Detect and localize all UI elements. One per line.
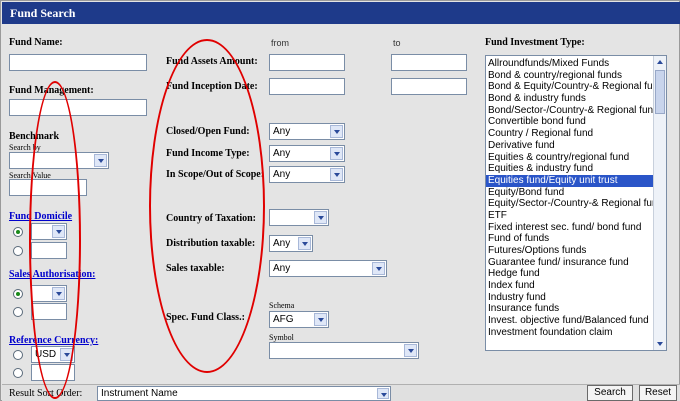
investment-type-option[interactable]: Industry fund [486, 292, 654, 304]
fund-domicile-radio-list[interactable] [13, 227, 23, 237]
title-bar: Fund Search [2, 2, 680, 24]
fund-search-panel: Fund Search from to Fund Name: Fund Mana… [0, 0, 680, 401]
sort-order-select[interactable]: Instrument Name [97, 386, 391, 401]
reference-currency-radio-text[interactable] [13, 368, 23, 378]
fund-domicile-input[interactable] [31, 242, 67, 259]
fund-income-type-label: Fund Income Type: [166, 148, 250, 159]
investment-type-option[interactable]: ETF [486, 210, 654, 222]
fund-name-label: Fund Name: [9, 37, 63, 48]
chevron-down-icon [94, 154, 107, 167]
fund-inception-date-label: Fund Inception Date: [166, 81, 258, 92]
investment-type-option[interactable]: Bond/Sector-/Country-& Regional fund [486, 105, 654, 117]
search-button[interactable]: Search [587, 385, 633, 401]
chevron-down-icon [330, 125, 343, 138]
investment-type-option[interactable]: Equity/Sector-/Country-& Regional fund [486, 198, 654, 210]
investment-type-option[interactable]: Derivative fund [486, 140, 654, 152]
sales-authorisation-select[interactable] [31, 285, 67, 302]
benchmark-label: Benchmark [9, 131, 59, 142]
scroll-thumb[interactable] [655, 70, 665, 114]
sales-taxable-select[interactable]: Any [269, 260, 387, 277]
investment-type-option[interactable]: Guarantee fund/ insurance fund [486, 257, 654, 269]
chevron-down-icon [330, 168, 343, 181]
investment-type-option[interactable]: Country / Regional fund [486, 128, 654, 140]
investment-type-option[interactable]: Fixed interest sec. fund/ bond fund [486, 222, 654, 234]
investment-type-option[interactable]: Convertible bond fund [486, 116, 654, 128]
fund-assets-amount-label: Fund Assets Amount: [166, 56, 258, 67]
to-header: to [393, 38, 401, 48]
investment-type-option[interactable]: Equities & industry fund [486, 163, 654, 175]
investment-type-option[interactable]: Bond & Equity/Country-& Regional fund [486, 81, 654, 93]
page-title: Fund Search [10, 6, 76, 20]
investment-type-option[interactable]: Insurance funds [486, 303, 654, 315]
reference-currency-input[interactable] [31, 364, 75, 381]
chevron-down-icon [404, 344, 417, 357]
fund-inception-to-input[interactable] [391, 78, 467, 95]
closed-open-fund-select[interactable]: Any [269, 123, 345, 140]
investment-type-option[interactable]: Equities & country/regional fund [486, 152, 654, 164]
in-scope-select[interactable]: Any [269, 166, 345, 183]
investment-type-option[interactable]: Hedge fund [486, 268, 654, 280]
sales-authorisation-radio-list[interactable] [13, 289, 23, 299]
symbol-select[interactable] [269, 342, 419, 359]
investment-type-list: Allroundfunds/Mixed Funds Bond & country/… [486, 58, 654, 339]
investment-type-option[interactable]: Allroundfunds/Mixed Funds [486, 58, 654, 70]
chevron-down-icon [377, 388, 389, 399]
reset-button[interactable]: Reset [639, 385, 677, 401]
scroll-up-icon[interactable] [654, 56, 666, 68]
sales-taxable-label: Sales taxable: [166, 263, 225, 274]
search-by-label: Search by [9, 143, 41, 152]
investment-type-option[interactable]: Equities fund/Equity unit trust [486, 174, 654, 187]
fund-inception-from-input[interactable] [269, 78, 345, 95]
reference-currency-select[interactable]: USD [31, 346, 75, 363]
reference-currency-link[interactable]: Reference Currency: [9, 335, 98, 346]
fund-assets-to-input[interactable] [391, 54, 467, 71]
investment-type-option[interactable]: Investment foundation claim [486, 327, 654, 339]
spec-fund-class-label: Spec. Fund Class.: [166, 312, 245, 323]
investment-type-option[interactable]: Fund of funds [486, 233, 654, 245]
fund-management-label: Fund Management: [9, 85, 94, 96]
symbol-label: Symbol [269, 333, 294, 342]
distribution-taxable-select[interactable]: Any [269, 235, 313, 252]
sales-authorisation-link[interactable]: Sales Authorisation: [9, 269, 95, 280]
investment-type-option[interactable]: Index fund [486, 280, 654, 292]
fund-income-type-select[interactable]: Any [269, 145, 345, 162]
schema-select[interactable]: AFG [269, 311, 329, 328]
from-header: from [271, 38, 289, 48]
fund-domicile-select[interactable] [31, 223, 67, 240]
fund-management-input[interactable] [9, 99, 147, 116]
chevron-down-icon [314, 211, 327, 224]
investment-type-option[interactable]: Bond & industry funds [486, 93, 654, 105]
fund-name-input[interactable] [9, 54, 147, 71]
sales-authorisation-radio-text[interactable] [13, 307, 23, 317]
fund-investment-type-label: Fund Investment Type: [485, 37, 585, 48]
chevron-down-icon [52, 225, 65, 238]
reference-currency-radio-list[interactable] [13, 350, 23, 360]
sales-authorisation-input[interactable] [31, 303, 67, 320]
chevron-down-icon [330, 147, 343, 160]
fund-assets-from-input[interactable] [269, 54, 345, 71]
chevron-down-icon [52, 287, 65, 300]
result-sort-order-label: Result Sort Order: [9, 388, 83, 399]
in-scope-label: In Scope/Out of Scope: [166, 169, 265, 180]
fund-investment-type-listbox[interactable]: Allroundfunds/Mixed Funds Bond & country/… [485, 55, 667, 351]
country-of-taxation-select[interactable] [269, 209, 329, 226]
investment-type-option[interactable]: Futures/Options funds [486, 245, 654, 257]
country-of-taxation-label: Country of Taxation: [166, 213, 257, 224]
chevron-down-icon [60, 348, 73, 361]
fund-domicile-radio-text[interactable] [13, 246, 23, 256]
investment-type-option[interactable]: Invest. objective fund/Balanced fund [486, 315, 654, 327]
search-by-select[interactable] [9, 152, 109, 169]
schema-label: Schema [269, 301, 295, 310]
chevron-down-icon [372, 262, 385, 275]
investment-type-option[interactable]: Equity/Bond fund [486, 187, 654, 199]
listbox-scrollbar[interactable] [653, 56, 666, 350]
search-value-input[interactable] [9, 179, 87, 196]
chevron-down-icon [314, 313, 327, 326]
distribution-taxable-label: Distribution taxable: [166, 238, 256, 249]
fund-domicile-link[interactable]: Fund Domicile [9, 211, 72, 222]
closed-open-fund-label: Closed/Open Fund: [166, 126, 250, 137]
investment-type-option[interactable]: Bond & country/regional funds [486, 70, 654, 82]
chevron-down-icon [298, 237, 311, 250]
scroll-down-icon[interactable] [654, 338, 666, 350]
